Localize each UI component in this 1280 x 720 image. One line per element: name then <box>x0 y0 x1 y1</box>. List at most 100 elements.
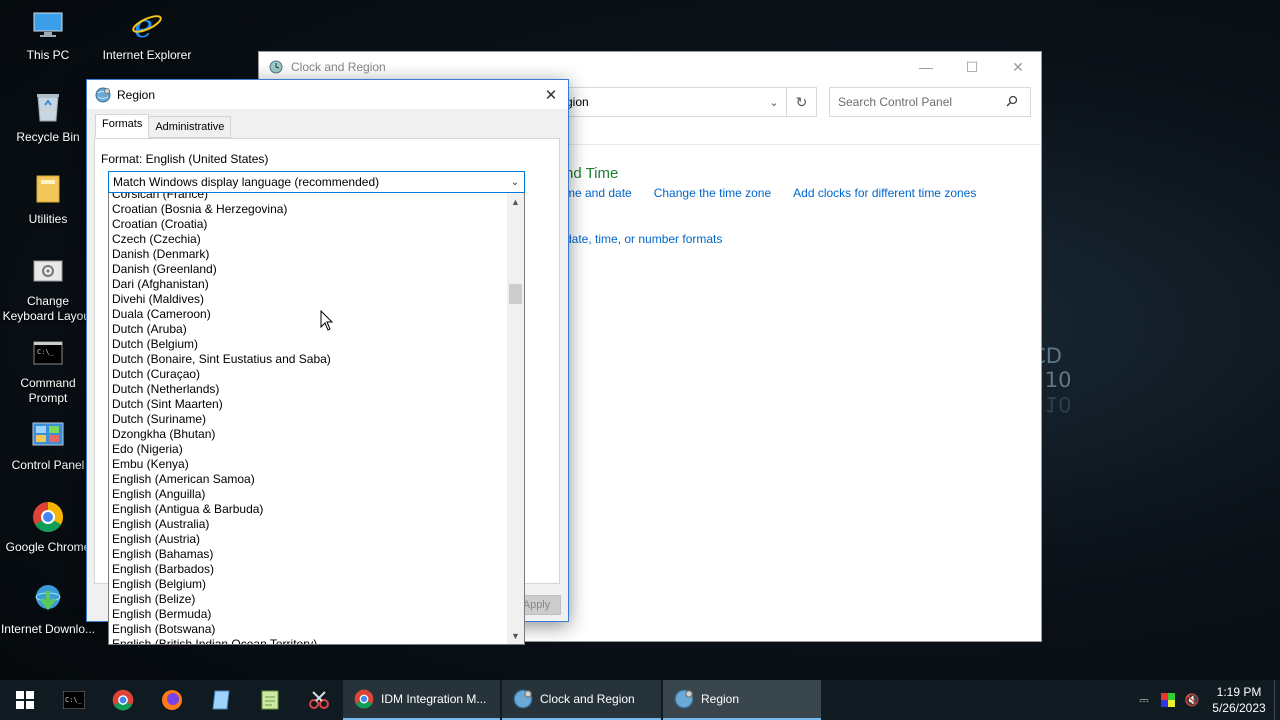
close-button[interactable]: ✕ <box>534 80 568 109</box>
desktop-icon-label: This PC <box>26 48 70 62</box>
desktop-icon-label: Google Chrome <box>5 540 91 554</box>
dialog-title-bar[interactable]: Region ✕ <box>87 80 568 109</box>
desktop-icon-label: Utilities <box>28 212 68 226</box>
dropdown-option[interactable]: Dutch (Curaçao) <box>112 367 506 382</box>
desktop-icon-this-pc[interactable]: This PC <box>0 8 96 63</box>
dropdown-option[interactable]: English (Botswana) <box>112 622 506 637</box>
dropdown-option[interactable]: Danish (Denmark) <box>112 247 506 262</box>
dropdown-option[interactable]: Danish (Greenland) <box>112 262 506 277</box>
dialog-tabs: Formats Administrative <box>95 114 232 138</box>
dropdown-option[interactable]: English (Austria) <box>112 532 506 547</box>
link-set-time-and-date[interactable]: me and date <box>565 186 632 200</box>
taskbar-chrome-button[interactable] <box>98 680 147 720</box>
dropdown-option[interactable]: Czech (Czechia) <box>112 232 506 247</box>
dropdown-option[interactable]: English (Anguilla) <box>112 487 506 502</box>
desktop-icon-change-keyboard-layout[interactable]: Change Keyboard Layout <box>0 254 96 324</box>
taskbar-clock[interactable]: 1:19 PM 5/26/2023 <box>1204 684 1274 716</box>
desktop-icon-control-panel[interactable]: Control Panel <box>0 418 96 473</box>
network-icon[interactable]: ⎓ <box>1132 680 1156 720</box>
desktop-icon-command-prompt[interactable]: C:\_ Command Prompt <box>0 336 96 406</box>
desktop-icon-utilities[interactable]: Utilities <box>0 172 96 227</box>
desktop-icon-label: Recycle Bin <box>16 130 80 144</box>
color-icon[interactable] <box>1156 680 1180 720</box>
dropdown-option[interactable]: Divehi (Maldives) <box>112 292 506 307</box>
taskbar-snipping-button[interactable] <box>294 680 343 720</box>
dropdown-scrollbar[interactable]: ▲ ▼ <box>507 193 524 644</box>
dropdown-option[interactable]: Dutch (Netherlands) <box>112 382 506 397</box>
volume-muted-icon[interactable]: 🔇 <box>1180 680 1204 720</box>
control-panel-icon <box>31 418 65 452</box>
dropdown-option[interactable]: English (Barbados) <box>112 562 506 577</box>
recycle-bin-icon <box>31 90 65 124</box>
dropdown-option[interactable]: Dutch (Sint Maarten) <box>112 397 506 412</box>
dropdown-option[interactable]: English (Antigua & Barbuda) <box>112 502 506 517</box>
cmd-icon: C:\_ <box>62 691 85 709</box>
taskbar-notepadpp-button[interactable] <box>245 680 294 720</box>
dropdown-option[interactable]: Dutch (Bonaire, Sint Eustatius and Saba) <box>112 352 506 367</box>
chevron-down-icon[interactable]: ⌄ <box>762 96 786 109</box>
snipping-tool-icon <box>308 691 329 709</box>
mouse-cursor-icon <box>320 309 334 332</box>
scroll-down-icon[interactable]: ▼ <box>507 627 524 644</box>
chevron-down-icon[interactable]: ⌄ <box>506 177 524 188</box>
svg-text:C:\_: C:\_ <box>37 348 55 356</box>
close-button[interactable]: ✕ <box>995 52 1041 82</box>
link-change-time-zone[interactable]: Change the time zone <box>654 186 771 200</box>
chrome-icon <box>112 689 133 711</box>
chrome-icon <box>31 500 65 534</box>
desktop-icon-label: Internet Explorer <box>102 48 192 62</box>
idm-icon <box>31 582 65 616</box>
dropdown-option[interactable]: English (American Samoa) <box>112 472 506 487</box>
dropdown-option[interactable]: Duala (Cameroon) <box>112 307 506 322</box>
desktop-icon-recycle-bin[interactable]: Recycle Bin <box>0 90 96 145</box>
dropdown-option[interactable]: English (Bahamas) <box>112 547 506 562</box>
tab-formats[interactable]: Formats <box>95 114 150 138</box>
dropdown-option[interactable]: Dutch (Suriname) <box>112 412 506 427</box>
tab-administrative[interactable]: Administrative <box>148 116 232 138</box>
desktop-icon-internet-download-manager[interactable]: Internet Downlo... <box>0 582 96 637</box>
dropdown-option[interactable]: English (Belgium) <box>112 577 506 592</box>
dropdown-option[interactable]: Dutch (Belgium) <box>112 337 506 352</box>
dropdown-option[interactable]: Croatian (Bosnia & Herzegovina) <box>112 202 506 217</box>
task-label: Clock and Region <box>540 692 635 706</box>
refresh-button[interactable]: ↻ <box>787 87 817 117</box>
link-change-formats[interactable]: date, time, or number formats <box>565 232 722 246</box>
desktop-icon-internet-explorer[interactable]: e Internet Explorer <box>99 8 195 63</box>
taskbar-firefox-button[interactable] <box>147 680 196 720</box>
dropdown-option[interactable]: English (Bermuda) <box>112 607 506 622</box>
address-bar[interactable]: gion ⌄ <box>559 87 787 117</box>
link-add-clocks[interactable]: Add clocks for different time zones <box>793 186 976 200</box>
dropdown-option[interactable]: Corsican (France) <box>112 193 506 202</box>
taskbar-task-clock-region[interactable]: Clock and Region <box>502 680 661 720</box>
show-desktop-button[interactable] <box>1274 680 1280 720</box>
refresh-icon: ↻ <box>795 93 808 110</box>
scroll-up-icon[interactable]: ▲ <box>507 193 524 210</box>
dropdown-option[interactable]: Embu (Kenya) <box>112 457 506 472</box>
format-combobox[interactable]: Match Windows display language (recommen… <box>108 171 525 193</box>
maximize-button[interactable]: ☐ <box>949 52 995 82</box>
dropdown-option[interactable]: Dutch (Aruba) <box>112 322 506 337</box>
taskbar-task-region[interactable]: Region <box>663 680 821 720</box>
taskbar-cmd-button[interactable]: C:\_ <box>49 680 98 720</box>
dropdown-option[interactable]: Dzongkha (Bhutan) <box>112 427 506 442</box>
dropdown-option[interactable]: English (Belize) <box>112 592 506 607</box>
search-input[interactable]: Search Control Panel <box>829 87 1031 117</box>
taskbar: C:\_ IDM Integration M... Clock and Regi… <box>0 680 1280 720</box>
chrome-icon <box>353 688 375 710</box>
start-button[interactable] <box>0 680 49 720</box>
desktop-icon-label: Internet Downlo... <box>0 622 96 636</box>
taskbar-notepad-button[interactable] <box>196 680 245 720</box>
minimize-button[interactable]: — <box>903 52 949 82</box>
dropdown-option[interactable]: Dari (Afghanistan) <box>112 277 506 292</box>
desktop-icon-google-chrome[interactable]: Google Chrome <box>0 500 96 555</box>
dropdown-option[interactable]: English (British Indian Ocean Territory) <box>112 637 506 644</box>
dropdown-option[interactable]: English (Australia) <box>112 517 506 532</box>
format-dropdown-list[interactable]: Corsican (France) Croatian (Bosnia & Herz… <box>108 193 525 645</box>
dropdown-option[interactable]: Croatian (Croatia) <box>112 217 506 232</box>
folder-icon <box>31 172 65 206</box>
scrollbar-thumb[interactable] <box>509 284 522 304</box>
dropdown-option[interactable]: Edo (Nigeria) <box>112 442 506 457</box>
taskbar-task-idm[interactable]: IDM Integration M... <box>343 680 500 720</box>
firefox-icon <box>161 690 182 710</box>
window-title: Clock and Region <box>291 60 386 74</box>
